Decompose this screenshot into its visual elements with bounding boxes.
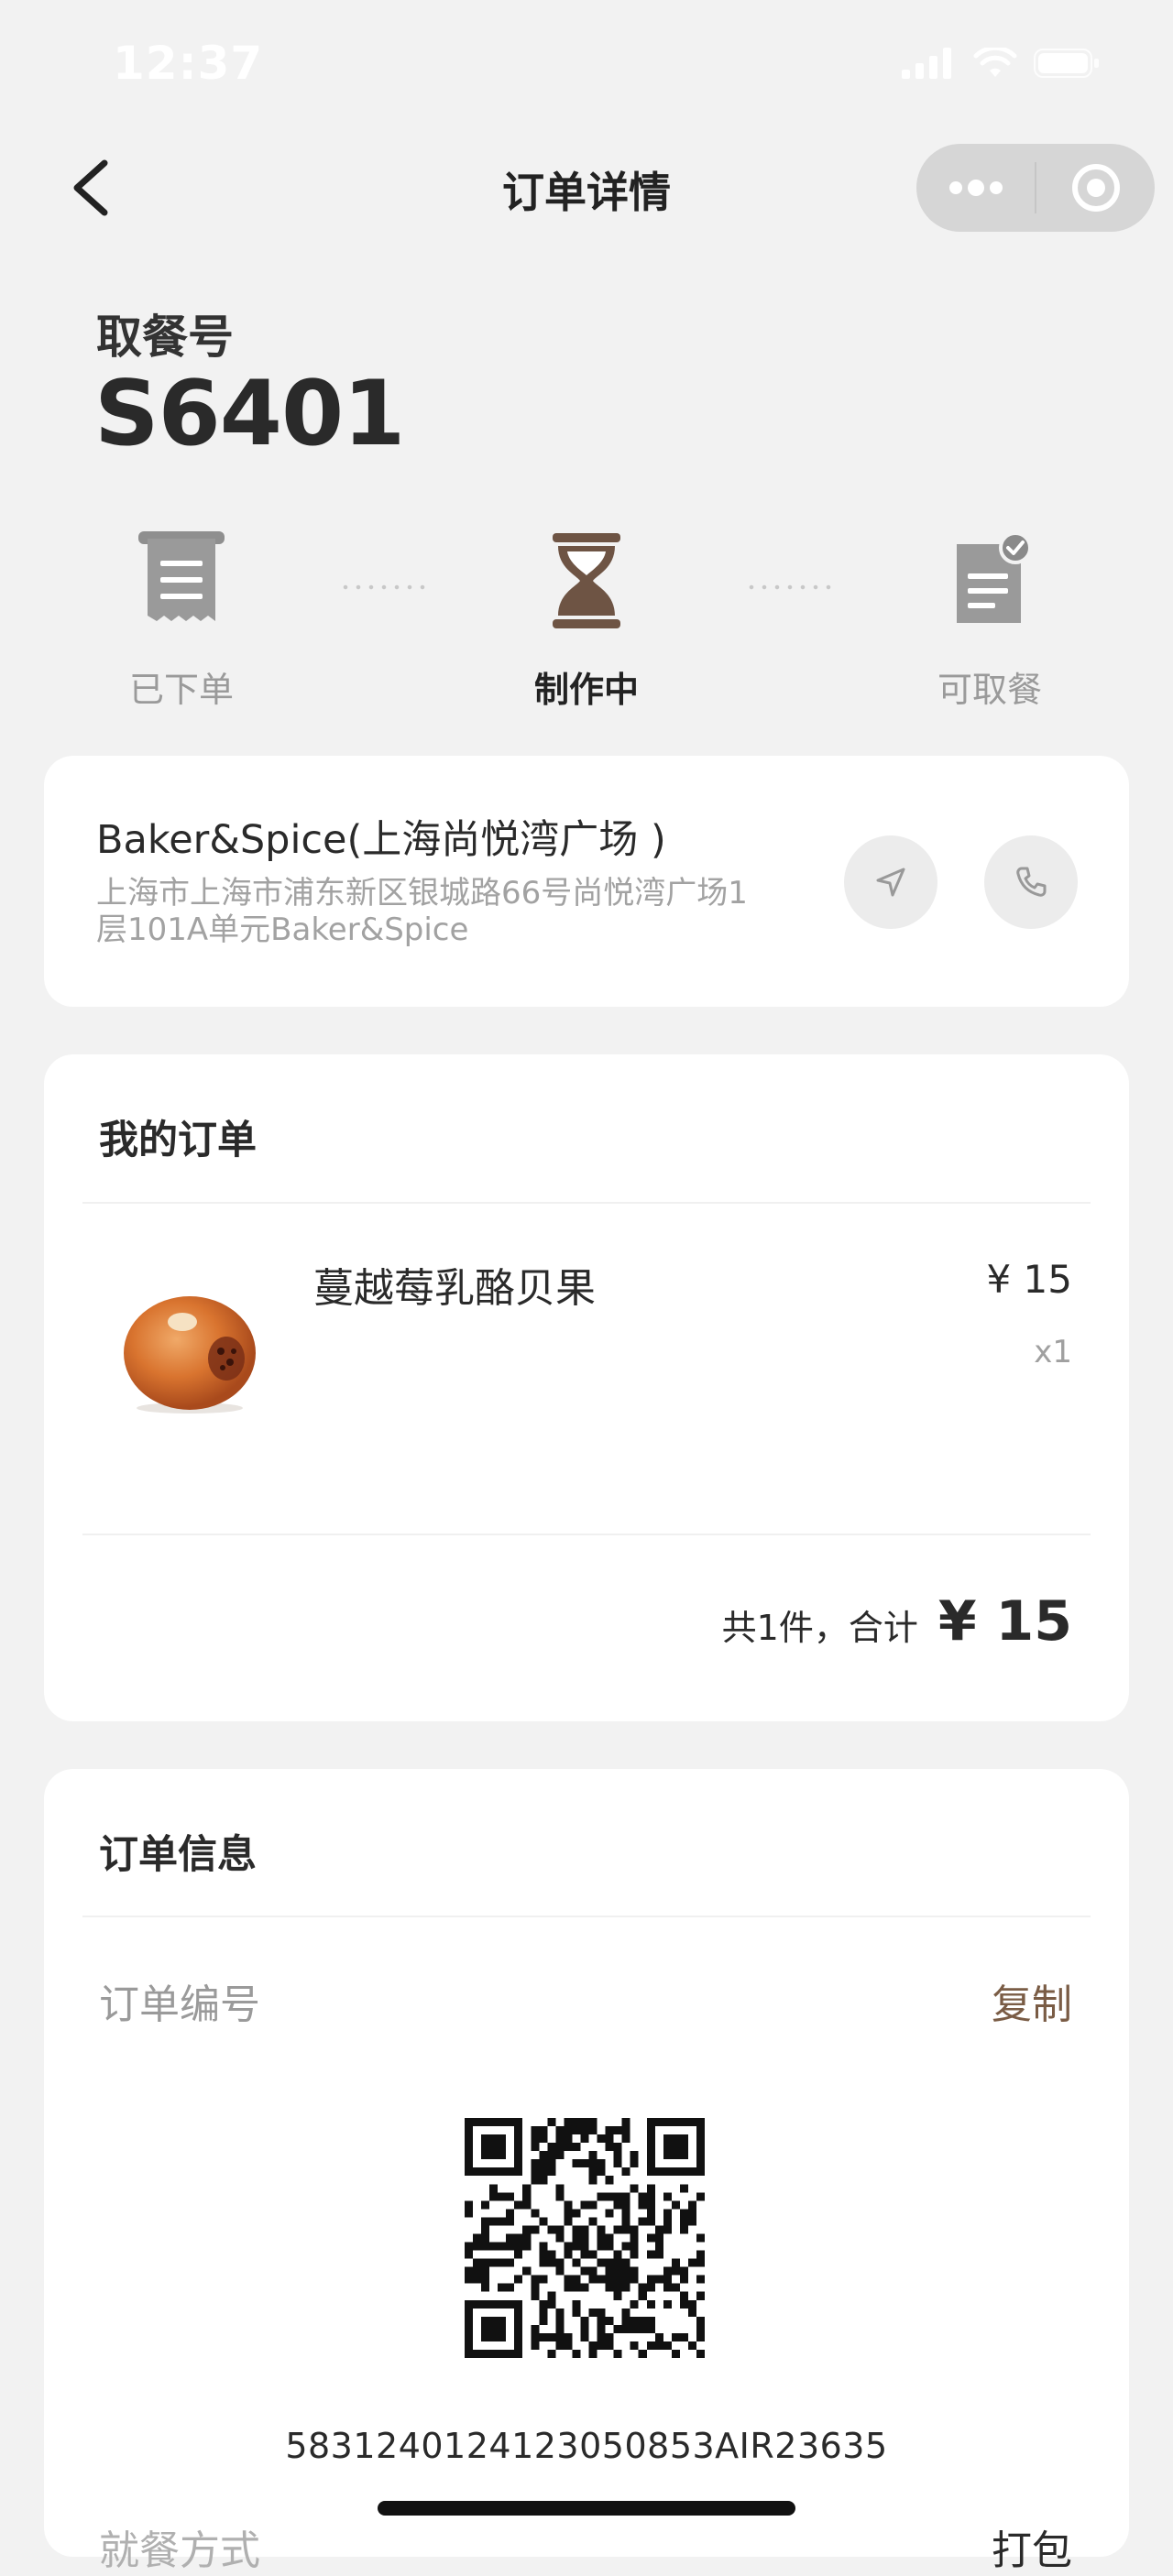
step-connector [745,584,837,590]
more-button[interactable] [916,144,1035,232]
document-check-icon [938,531,1039,632]
item-name: 蔓越莓乳酪贝果 [313,1265,596,1312]
dining-mode-value: 打包 [992,2527,1072,2574]
store-address: 上海市上海市浦东新区银城路66号尚悦湾广场1 层101A单元Baker&Spic… [96,875,793,948]
product-image-bagel[interactable] [115,1278,270,1415]
divider [82,1202,1091,1204]
dining-mode-label: 就餐方式 [99,2527,260,2574]
status-time: 12:37 [113,37,264,90]
order-number: 583124012412305085​3AIR23635 [285,2426,888,2466]
order-total-row: 共1件，合计 ¥ 15 [722,1589,1072,1654]
item-quantity: x1 [1034,1334,1072,1370]
hourglass-icon [536,531,637,632]
navigation-arrow-icon [876,868,905,897]
navigate-button[interactable] [844,835,937,929]
home-indicator [378,2501,795,2516]
phone-icon [1016,867,1047,897]
pickup-number: S6401 [94,362,405,466]
my-order-title: 我的订单 [99,1118,257,1163]
receipt-icon [131,531,232,632]
more-dots-icon [948,180,1003,196]
store-address-line-1: 上海市上海市浦东新区银城路66号尚悦湾广场1 [96,875,748,911]
battery-icon [1034,49,1099,78]
order-info-title: 订单信息 [99,1832,257,1878]
close-mini-program-button[interactable] [1036,144,1155,232]
item-price: ¥ 15 [986,1257,1072,1302]
step-connector [339,584,431,590]
divider [82,1916,1091,1917]
mini-program-capsule [916,144,1155,232]
pickup-label: 取餐号 [96,311,234,364]
store-name: Baker&Spice(上海尚悦湾广场 ) [96,817,666,863]
wifi-icon [973,48,1017,77]
signal-icon [902,48,951,79]
order-qr-code [465,2118,705,2358]
step-label-making: 制作中 [533,670,639,710]
target-icon [1071,164,1120,212]
status-icons [902,48,1100,79]
step-label-ready: 可取餐 [937,670,1042,710]
total-amount: ¥ 15 [937,1589,1072,1654]
order-number-label: 订单编号 [99,1981,260,2028]
store-address-line-2: 层101A单元Baker&Spice [96,911,469,948]
copy-button[interactable]: 复制 [992,1971,1072,2030]
call-button[interactable] [984,835,1078,929]
divider [82,1534,1091,1535]
total-count-text: 共1件，合计 [721,1608,918,1648]
step-label-ordered: 已下单 [128,670,234,710]
